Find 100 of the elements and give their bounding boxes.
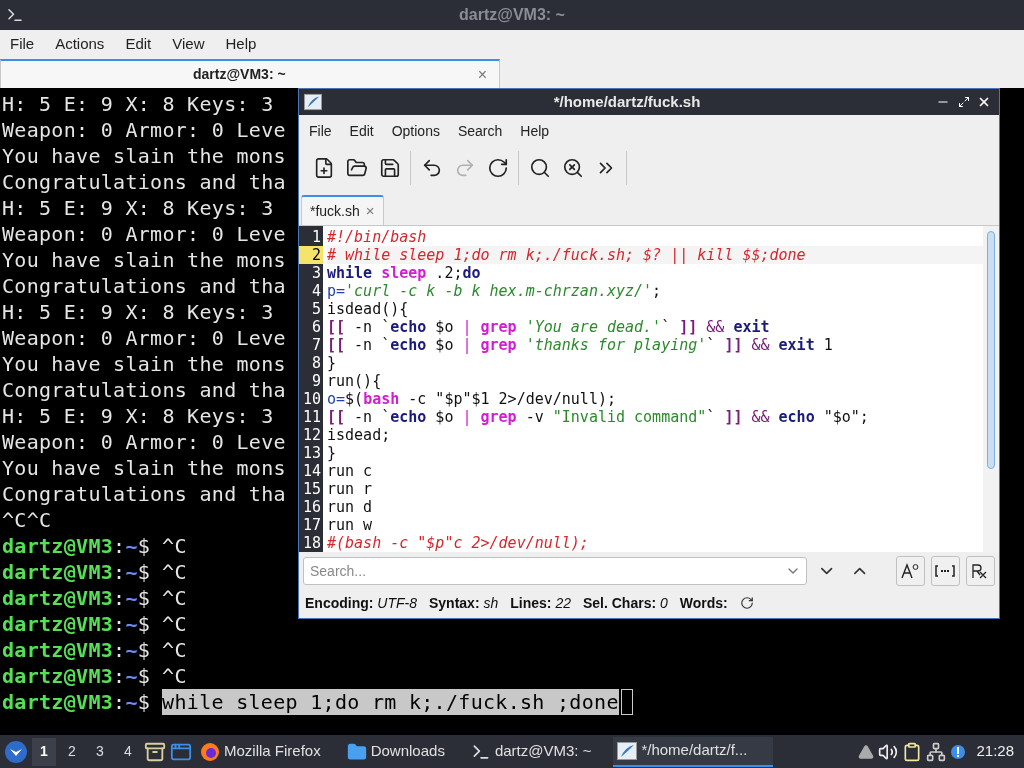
status-item: Syntax: sh	[429, 593, 499, 613]
clipboard-icon[interactable]	[902, 741, 923, 762]
triangle-icon[interactable]	[858, 743, 875, 760]
menu-item[interactable]: Edit	[118, 32, 159, 56]
prompt-sign: $	[137, 559, 151, 585]
line-number: 2	[299, 246, 323, 264]
code-line: o=$(bash -c "$p"$1 2>/dev/null);	[327, 390, 616, 408]
code-line: [[ -n `echo $o | grep -v "Invalid command"` ]] && echo "$o";	[327, 408, 869, 426]
workspace-button[interactable]: 3	[88, 737, 112, 766]
line-number: 7	[310, 336, 322, 354]
menu-item[interactable]: View	[165, 32, 212, 56]
file-tab[interactable]: *fuck.sh ×	[301, 195, 384, 225]
notification-icon[interactable]	[950, 743, 967, 760]
workspace-button[interactable]: 1	[32, 737, 56, 766]
workspace-button[interactable]: 4	[116, 737, 140, 766]
code-line: [[ -n `echo $o | grep 'thanks for playing'` ]] && exit 1	[327, 336, 833, 354]
workspace-button[interactable]: 2	[60, 737, 84, 766]
prompt-sign: $	[137, 689, 151, 715]
prompt-path: ~	[125, 689, 138, 715]
terminal-command: ^C	[162, 611, 187, 637]
line-number: 16	[301, 498, 322, 516]
volume-icon[interactable]	[878, 741, 899, 762]
line-number: 6	[310, 318, 322, 336]
search-field[interactable]: Search...	[303, 557, 808, 585]
prompt-path: ~	[125, 611, 138, 637]
tab-close[interactable]: ×	[477, 62, 487, 87]
file-cabinet-icon[interactable]	[144, 740, 166, 763]
close-icon[interactable]	[977, 95, 991, 109]
line-number: 17	[301, 516, 322, 534]
prompt-path: ~	[125, 585, 138, 611]
terminal-tab[interactable]: dartz@VM3: ~ ×	[0, 59, 500, 88]
prompt-separator: :	[113, 637, 126, 663]
editor-icon	[617, 741, 638, 760]
menu-item[interactable]: File	[3, 32, 42, 56]
scrollbar[interactable]	[987, 231, 995, 469]
prompt-user: dartz@VM3	[2, 533, 114, 559]
line-number: 8	[310, 354, 322, 372]
network-icon[interactable]	[926, 741, 947, 762]
regex-button[interactable]	[965, 556, 995, 586]
tab-label: *fuck.sh	[310, 201, 360, 221]
code-line: }	[327, 354, 337, 372]
start-menu-icon[interactable]	[4, 739, 28, 764]
status-item: Lines: 22	[510, 593, 571, 613]
menu-item[interactable]: Options	[383, 121, 448, 142]
terminal-app-icon	[6, 6, 24, 24]
taskbar-task[interactable]: dartz@VM3: ~	[466, 736, 596, 767]
code-line: # while sleep 1;do rm k;./fuck.sh; $? || kill $$;done	[327, 246, 806, 264]
code-line: isdead(){	[327, 300, 409, 318]
terminal-line: ^C^C	[2, 507, 52, 533]
terminal-line: Congratulations and tha	[2, 481, 286, 507]
terminal-line: H: 5 E: 9 X: 8 Keys: 3	[2, 195, 274, 221]
window-title: */home/dartz/fuck.sh	[552, 91, 702, 112]
browser-icon	[200, 741, 220, 762]
status-item: Encoding: UTF-8	[305, 593, 417, 613]
terminal-line: Congratulations and tha	[2, 273, 286, 299]
terminal-command: while sleep 1;do rm k;./fuck.sh ;done	[162, 689, 619, 715]
line-number: 18	[301, 534, 322, 552]
code-line: }	[327, 444, 337, 462]
menu-item[interactable]: Actions	[48, 32, 112, 56]
terminal-line: H: 5 E: 9 X: 8 Keys: 3	[2, 403, 274, 429]
match-case-button[interactable]	[895, 556, 925, 586]
prompt-sign: $	[137, 533, 151, 559]
line-number: 10	[301, 390, 322, 408]
prompt-separator: :	[113, 663, 126, 689]
prompt-separator: :	[113, 559, 126, 585]
code-line: while sleep .2;do	[327, 264, 481, 282]
cursor	[620, 689, 633, 715]
terminal-command: ^C	[162, 533, 187, 559]
tab-close[interactable]: ×	[365, 199, 375, 223]
taskbar-task[interactable]: Mozilla Firefox	[196, 736, 325, 767]
prompt-sign: $	[137, 585, 151, 611]
line-number: 9	[310, 372, 322, 390]
menu-item[interactable]: File	[301, 121, 340, 142]
menu-item[interactable]: Search	[449, 121, 511, 142]
menu-item[interactable]: Edit	[341, 121, 382, 142]
maximize-icon[interactable]	[958, 96, 970, 108]
menu-item[interactable]: Help	[218, 32, 264, 56]
terminal-line: H: 5 E: 9 X: 8 Keys: 3	[2, 299, 274, 325]
prompt-separator: :	[113, 585, 126, 611]
prompt-user: dartz@VM3	[2, 637, 114, 663]
whole-word-button[interactable]	[930, 556, 960, 586]
menu-item[interactable]: Help	[512, 121, 558, 142]
taskbar-task[interactable]: Downloads	[342, 736, 449, 767]
tab-label: dartz@VM3: ~	[192, 65, 287, 84]
refresh-icon[interactable]	[739, 596, 754, 610]
code-line: run d	[327, 498, 373, 516]
code-line: run c	[327, 462, 373, 480]
prompt-separator: :	[113, 533, 126, 559]
terminal-line: H: 5 E: 9 X: 8 Keys: 3	[2, 91, 274, 117]
clock[interactable]: 21:28	[970, 740, 1020, 763]
taskbar-task[interactable]: */home/dartz/f...	[613, 736, 774, 767]
terminal-command: ^C	[162, 585, 187, 611]
terminal-line: You have slain the mons	[2, 143, 286, 169]
line-number: 1	[310, 228, 322, 246]
status-item: Sel. Chars: 0	[582, 593, 668, 613]
prompt-path: ~	[125, 559, 138, 585]
prompt-sign: $	[137, 663, 151, 689]
code-line: p='curl -c k -b k hex.m-chrzan.xyz/';	[327, 282, 662, 300]
prompt-sign: $	[137, 611, 151, 637]
prompt-user: dartz@VM3	[2, 559, 114, 585]
